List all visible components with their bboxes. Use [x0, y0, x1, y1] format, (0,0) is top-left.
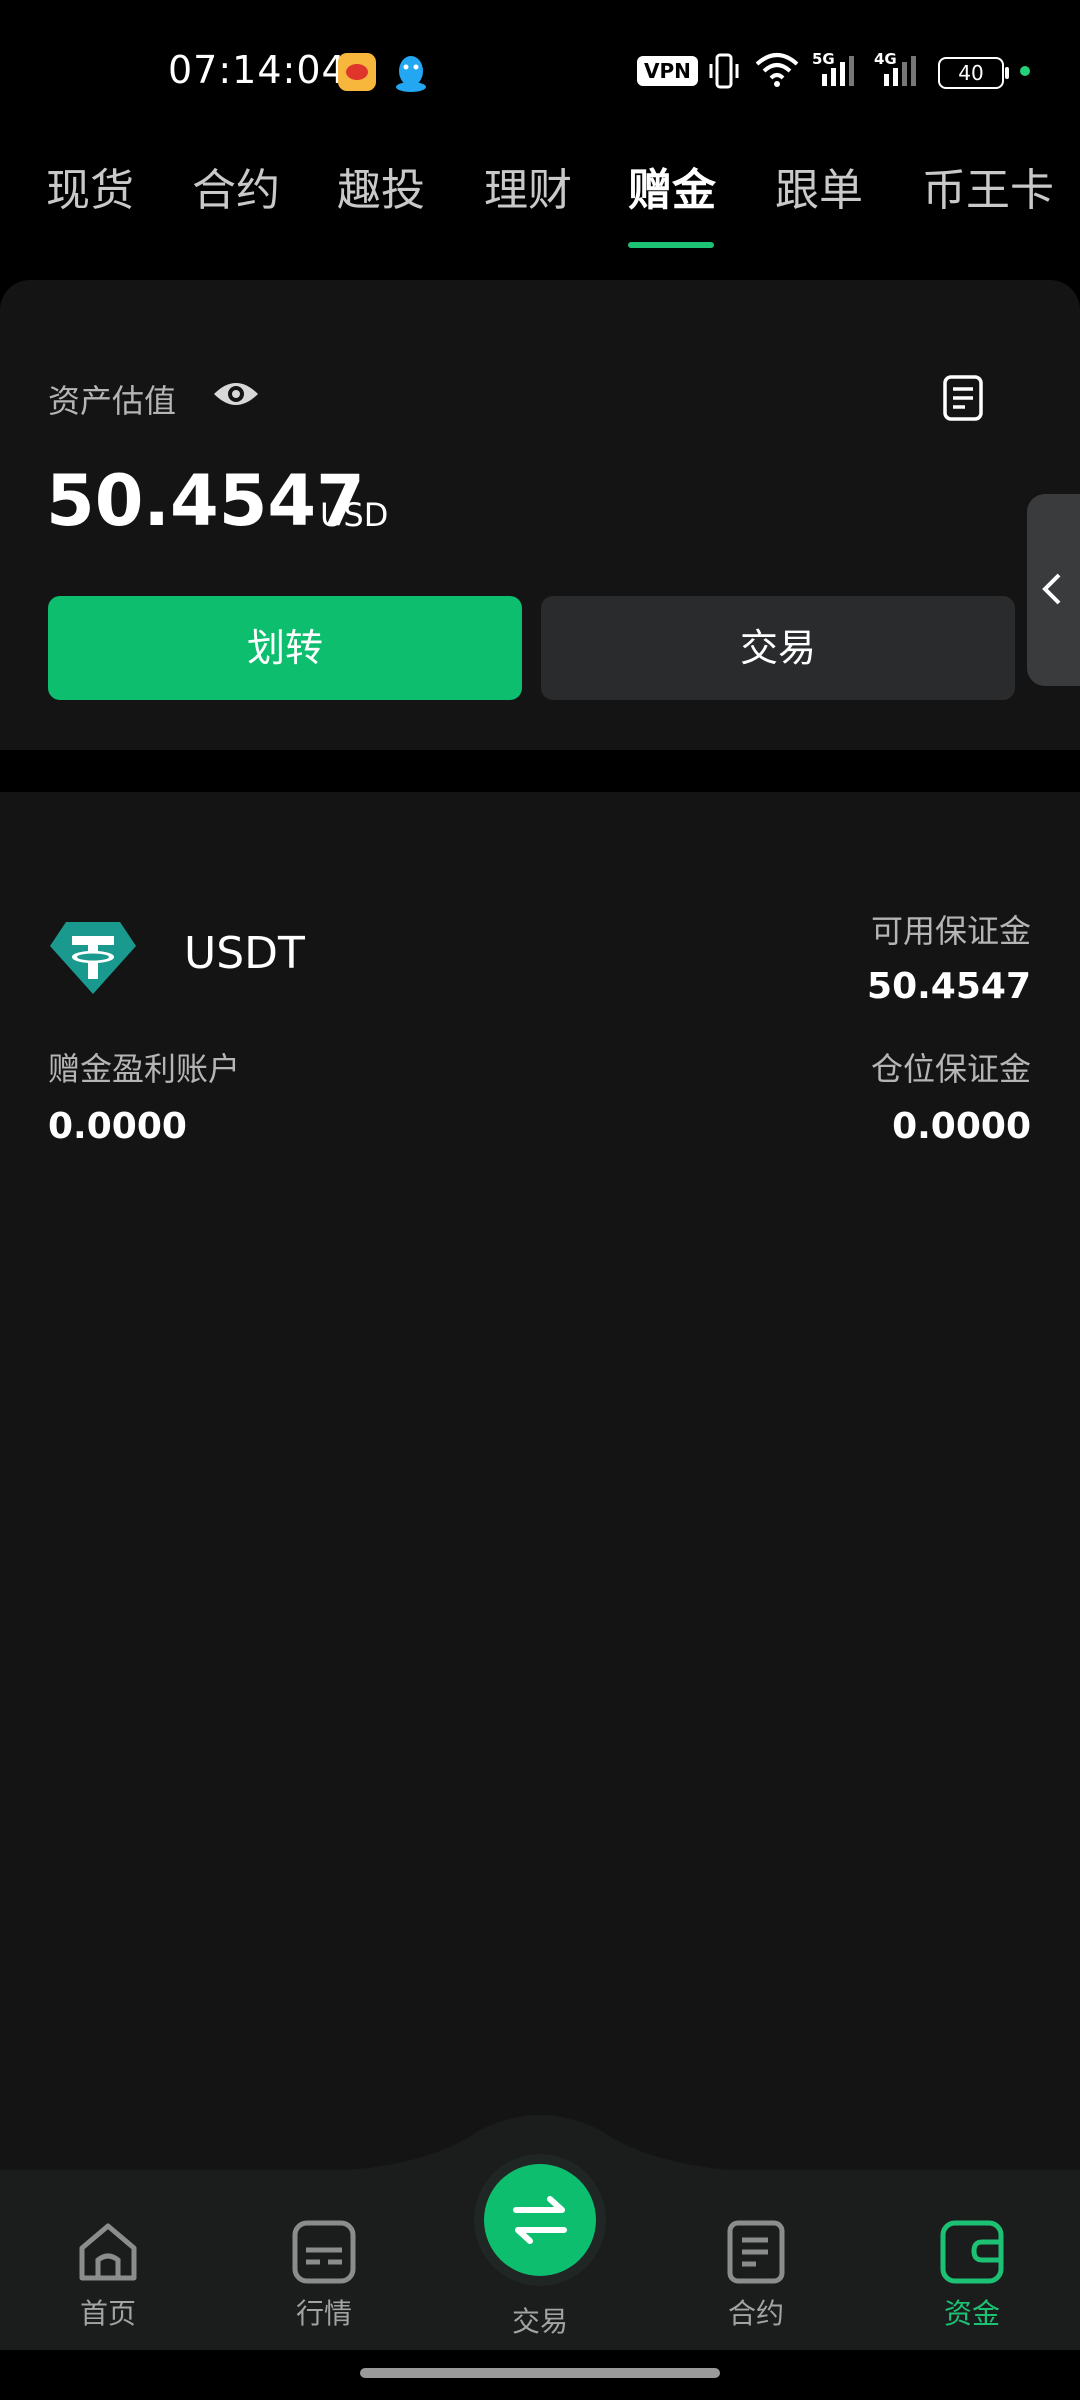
battery-icon: 40 [938, 57, 1009, 89]
bonus-account-panel: USDT 可用保证金 50.4547 赠金盈利账户 0.0000 仓位保证金 0… [0, 792, 1080, 2172]
records-icon[interactable] [942, 374, 986, 426]
nav-contract[interactable]: 合约 [676, 2220, 836, 2332]
nav-funds-label: 资金 [943, 2297, 1000, 2330]
privacy-indicator-dot [1020, 66, 1030, 76]
usdt-icon [48, 920, 138, 1000]
transfer-button[interactable]: 划转 [48, 596, 522, 700]
eye-icon[interactable] [212, 378, 260, 414]
nav-market-label: 行情 [295, 2297, 352, 2330]
nav-hump [300, 2115, 780, 2172]
nav-funds[interactable]: 资金 [892, 2220, 1052, 2332]
position-margin-value: 0.0000 [892, 1106, 1031, 1147]
signal-4g-label: 4G [874, 50, 897, 68]
system-home-bar [0, 2350, 1080, 2400]
nav-market[interactable]: 行情 [244, 2220, 404, 2332]
swap-icon [513, 2196, 567, 2244]
asset-valuation-label: 资产估值 [48, 382, 177, 420]
tab-wealth[interactable]: 理财 [484, 154, 572, 218]
nav-trade-button[interactable] [484, 2164, 596, 2276]
nav-trade-label: 交易 [511, 2305, 568, 2338]
asset-card: 资产估值 50.4547 USD 划转 交易 [0, 280, 1080, 750]
side-drawer-handle[interactable] [1027, 494, 1080, 686]
bonus-profit-label: 赠金盈利账户 [48, 1050, 241, 1088]
chevron-left-icon [1042, 573, 1061, 605]
weibo-icon [338, 53, 376, 91]
tab-contract[interactable]: 合约 [192, 154, 280, 218]
wallet-icon [940, 2220, 1004, 2284]
section-divider [0, 750, 1080, 792]
coin-name: USDT [184, 928, 305, 979]
top-tab-bar: 现货 合约 趣投 理财 赠金 跟单 币王卡 [0, 140, 1080, 250]
tab-fun-invest[interactable]: 趣投 [337, 154, 425, 218]
tab-copy-trade[interactable]: 跟单 [775, 154, 863, 218]
trade-button[interactable]: 交易 [541, 596, 1015, 700]
wifi-icon [754, 50, 800, 94]
bonus-profit-value: 0.0000 [48, 1106, 187, 1147]
qq-icon [392, 53, 430, 92]
asset-unit: USD [320, 496, 389, 534]
signal-4g-icon: 4G [874, 50, 922, 94]
available-margin-value: 50.4547 [867, 966, 1031, 1007]
signal-5g-label: 5G [812, 50, 835, 68]
active-tab-underline [628, 242, 714, 248]
asset-value: 50.4547 [46, 460, 365, 542]
nav-home[interactable]: 首页 [28, 2220, 188, 2332]
position-margin-label: 仓位保证金 [870, 1050, 1031, 1088]
signal-5g-icon: 5G [812, 50, 860, 94]
vpn-badge: VPN [637, 56, 698, 86]
available-margin-label: 可用保证金 [870, 912, 1031, 950]
home-indicator[interactable] [360, 2368, 720, 2378]
status-bar: 07:14:04 VPN 5G 4G 40 [0, 0, 1080, 130]
nav-home-label: 首页 [79, 2297, 136, 2330]
market-icon [292, 2220, 356, 2284]
tab-bonus[interactable]: 赠金 [628, 154, 716, 218]
status-time: 07:14:04 [168, 48, 347, 92]
vibrate-icon [707, 52, 741, 94]
home-icon [76, 2220, 140, 2284]
tab-spot[interactable]: 现货 [46, 154, 134, 218]
contract-icon [724, 2220, 788, 2284]
tab-coin-king-card[interactable]: 币王卡 [922, 154, 1054, 218]
nav-contract-label: 合约 [727, 2297, 784, 2330]
